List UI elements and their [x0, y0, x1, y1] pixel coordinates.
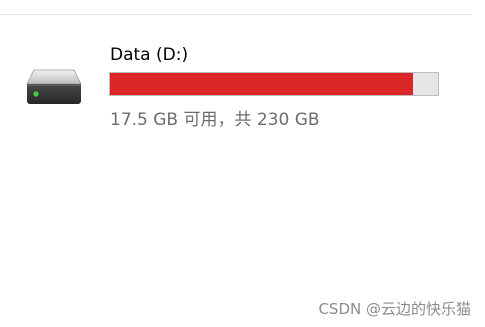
drive-name: Data (D:)	[110, 45, 189, 65]
top-divider	[0, 14, 472, 15]
watermark: CSDN @云边的快乐猫	[318, 300, 471, 318]
drive-tile-d[interactable]: Data (D:) 17.5 GB 可用，共 230 GB	[18, 38, 458, 130]
hard-drive-icon	[24, 66, 84, 110]
drive-space-text: 17.5 GB 可用，共 230 GB	[110, 110, 320, 130]
capacity-bar-fill	[110, 73, 414, 95]
capacity-bar	[109, 72, 439, 96]
